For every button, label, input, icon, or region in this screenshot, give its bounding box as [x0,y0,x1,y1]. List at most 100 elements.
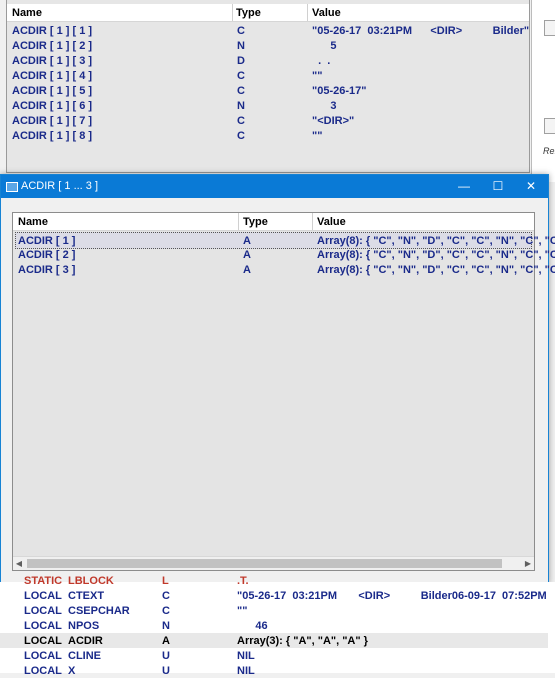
list-item[interactable]: LOCAL CLINE U NIL [0,648,548,663]
cell-value: Array(8): { "C", "N", "D", "C", "C", "N"… [317,235,555,247]
cell-scope: LOCAL [24,665,62,677]
cell-value: . . [312,55,331,67]
table-row[interactable]: ACDIR [ 1 ] [ 3 ] D . . [7,53,529,68]
cell-value: "05-26-17 03:21PM <DIR> Bilder" [312,25,530,37]
list-item[interactable]: STATIC LBLOCK L .T. [0,573,548,588]
list-item-selected[interactable]: LOCAL ACDIR A Array(3): { "A", "A", "A" … [0,633,548,648]
table-row[interactable]: ACDIR [ 1 ] [ 1 ] C "05-26-17 03:21PM <D… [7,23,529,38]
cell-value: Array(8): { "C", "N", "D", "C", "C", "N"… [317,264,555,276]
cell-value: "05-26-17" [312,85,367,97]
window-icon [6,182,18,192]
cell-value: "05-26-17 03:21PM <DIR> Bilder06-09-17 0… [237,590,555,602]
column-divider[interactable] [307,4,308,21]
cell-name: ACDIR [ 1 ] [ 4 ] [12,70,93,82]
cell-type: A [162,635,170,647]
cell-name: CLINE [68,650,101,662]
cell-value: 3 [312,100,337,112]
table-row[interactable]: ACDIR [ 1 ] [ 7 ] C "<DIR>" [7,113,529,128]
close-button[interactable]: ✕ [514,175,548,198]
table-row[interactable]: ACDIR [ 2 ] A Array(8): { "C", "N", "D",… [13,247,555,262]
cell-value: .T. [237,575,249,587]
cell-value: NIL [237,650,255,662]
cell-scope: STATIC [24,575,63,587]
side-button[interactable] [544,118,555,134]
cell-value: Array(3): { "A", "A", "A" } [237,635,368,647]
cell-name: NPOS [68,620,100,632]
header-name[interactable]: Name [12,7,42,19]
table-row[interactable]: ACDIR [ 1 ] [ 6 ] N 3 [7,98,529,113]
column-divider[interactable] [312,213,313,230]
side-button[interactable] [544,20,555,36]
cell-name: ACDIR [ 1 ] [ 5 ] [12,85,93,97]
array-viewer-dialog: ACDIR [ 1 ... 3 ] — ☐ ✕ Name Type Value … [0,174,555,584]
cell-name: CSEPCHAR [68,605,130,617]
cell-type: U [162,650,170,662]
cell-type: C [237,130,245,142]
cell-scope: LOCAL [24,605,62,617]
cell-scope: LOCAL [24,620,62,632]
cell-name: ACDIR [ 1 ] [ 6 ] [12,100,93,112]
cell-type: N [237,100,245,112]
header-value[interactable]: Value [312,7,341,19]
list-item[interactable]: LOCAL NPOS N 46 [0,618,548,633]
cell-name: ACDIR [ 1 ] [ 1 ] [12,25,93,37]
refresh-label[interactable]: Refi [543,146,555,156]
dialog-titlebar[interactable]: ACDIR [ 1 ... 3 ] — ☐ ✕ [1,175,548,198]
cell-type: C [237,85,245,97]
table-row[interactable]: ACDIR [ 1 ] [ 5 ] C "05-26-17" [7,83,529,98]
minimize-button[interactable]: — [447,175,481,198]
header-type[interactable]: Type [243,216,268,228]
cell-name: ACDIR [ 1 ] [ 2 ] [12,40,93,52]
list-item[interactable]: LOCAL CTEXT C "05-26-17 03:21PM <DIR> Bi… [0,588,548,603]
cell-type: C [162,590,170,602]
cell-type: N [237,40,245,52]
cell-name: ACDIR [68,635,103,647]
cell-name: ACDIR [ 2 ] [18,249,76,261]
array-grid[interactable]: Name Type Value ACDIR [ 1 ] A Array(8): … [12,212,555,571]
cell-type: C [237,25,245,37]
list-item[interactable]: LOCAL X U NIL [0,663,548,678]
cell-value: "" [312,130,323,142]
cell-scope: LOCAL [24,650,62,662]
header-name[interactable]: Name [18,216,48,228]
header-type[interactable]: Type [236,7,261,19]
table-row[interactable]: ACDIR [ 1 ] [ 8 ] C "" [7,128,529,143]
cell-type: C [237,115,245,127]
scroll-right-icon[interactable]: ▶ [522,557,534,570]
cell-value: "" [312,70,323,82]
cell-type: A [243,264,251,276]
cell-value: NIL [237,665,255,677]
table-row[interactable]: ACDIR [ 3 ] A Array(8): { "C", "N", "D",… [13,262,555,277]
table-row[interactable]: ACDIR [ 1 ] [ 2 ] N 5 [7,38,529,53]
cell-value: "<DIR>" [312,115,355,127]
cell-value: 5 [312,40,337,52]
background-window-edge: Refi [531,0,555,182]
cell-name: ACDIR [ 3 ] [18,264,76,276]
maximize-button[interactable]: ☐ [481,175,515,198]
cell-name: CTEXT [68,590,105,602]
horizontal-scrollbar[interactable]: ◀ ▶ [13,556,534,570]
cell-type: C [162,605,170,617]
list-item[interactable]: LOCAL CSEPCHAR C "" [0,603,548,618]
column-divider[interactable] [238,213,239,230]
scroll-left-icon[interactable]: ◀ [13,557,25,570]
cell-value: Array(8): { "C", "N", "D", "C", "C", "N"… [317,249,555,261]
cell-value: 46 [237,620,268,632]
scrollbar-thumb[interactable] [27,559,502,568]
cell-name: X [68,665,76,677]
dialog-title: ACDIR [ 1 ... 3 ] [21,180,99,192]
column-divider[interactable] [232,4,233,21]
cell-type: A [243,249,251,261]
header-value[interactable]: Value [317,216,346,228]
grid-header: Name Type Value [13,213,534,231]
cell-type: D [237,55,245,67]
table-row[interactable]: ACDIR [ 1 ] [ 4 ] C "" [7,68,529,83]
cell-type: U [162,665,170,677]
locals-list: STATIC LBLOCK L .T. LOCAL CTEXT C "05-26… [0,575,555,677]
cell-type: C [237,70,245,82]
cell-scope: LOCAL [24,635,62,647]
cell-name: ACDIR [ 1 ] [ 3 ] [12,55,93,67]
cell-name: LBLOCK [68,575,114,587]
cell-name: ACDIR [ 1 ] [ 8 ] [12,130,93,142]
cell-type: L [162,575,169,587]
